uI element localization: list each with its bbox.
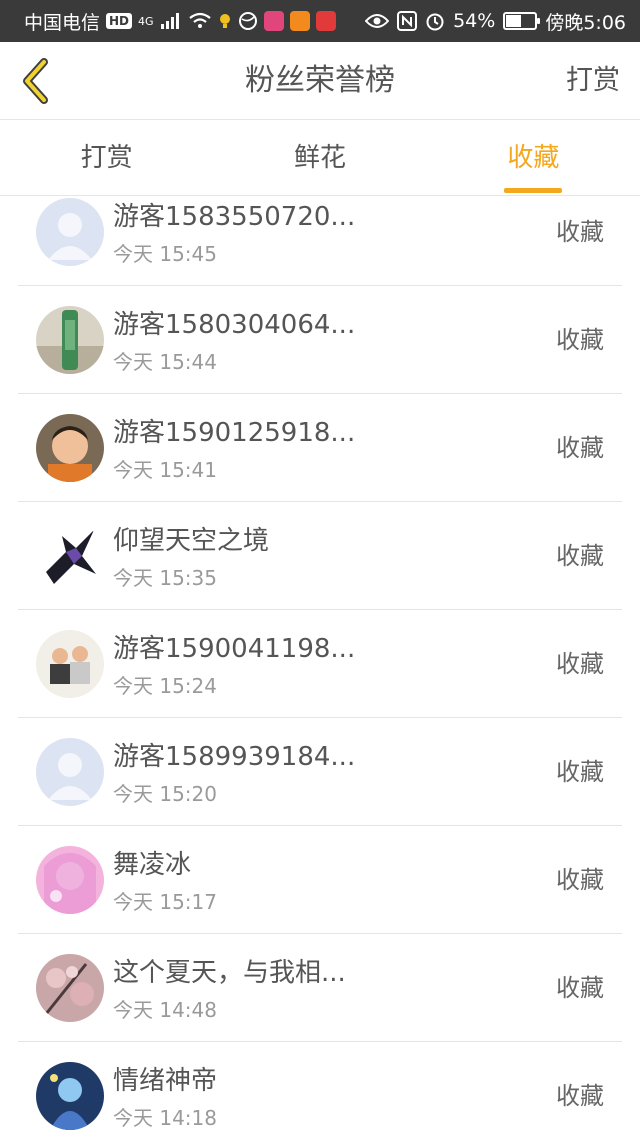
avatar[interactable] (36, 1062, 104, 1130)
action-type-label: 收藏 (556, 326, 604, 354)
avatar[interactable] (36, 630, 104, 698)
tab-label: 鲜花 (293, 143, 346, 173)
timestamp: 今天 14:18 (113, 1106, 217, 1130)
tab-bar: 打赏 鲜花 收藏 (0, 120, 640, 196)
carrier-label: 中国电信 (24, 11, 101, 34)
avatar[interactable] (36, 306, 104, 374)
eye-icon (365, 13, 390, 29)
timestamp: 今天 15:41 (113, 458, 217, 482)
tab-favorites[interactable]: 收藏 (427, 120, 640, 195)
action-type-label: 收藏 (556, 974, 604, 1002)
user-name: 游客1580304064... (113, 310, 356, 340)
list-item[interactable]: 游客1590041198... 今天 15:24 收藏 (18, 610, 622, 718)
list-item[interactable]: 这个夏天，与我相... 今天 14:48 收藏 (18, 934, 622, 1042)
avatar[interactable] (36, 522, 104, 590)
active-tab-indicator (504, 188, 563, 193)
timestamp: 今天 14:48 (113, 998, 217, 1022)
timestamp: 今天 15:44 (113, 350, 217, 374)
timestamp: 今天 15:17 (113, 890, 217, 914)
back-button[interactable] (16, 56, 56, 106)
signal-icon (160, 12, 182, 30)
user-name: 游客1590041198... (113, 634, 356, 664)
nfc-icon (397, 11, 418, 31)
book-app-icon (315, 11, 336, 31)
app-notification-icon (263, 11, 284, 31)
list-item[interactable]: 舞凌冰今天 15:17 收藏 (18, 826, 622, 934)
status-left: 中国电信 HD 4G (24, 8, 336, 35)
network-type: 4G (138, 14, 154, 28)
tab-label: 打赏 (80, 143, 133, 173)
header: 粉丝荣誉榜 打赏 (0, 42, 640, 120)
user-name: 游客1590125918... (113, 418, 356, 448)
wifi-icon (188, 12, 212, 30)
timestamp: 今天 15:45 (113, 242, 217, 266)
timestamp: 今天 15:24 (113, 674, 217, 698)
user-name: 游客1583550720... (113, 202, 356, 232)
battery-icon (503, 12, 541, 30)
list-item[interactable]: 游客1580304064... 今天 15:44 收藏 (18, 286, 622, 394)
list-item[interactable]: 情绪神帝今天 14:18 收藏 (18, 1042, 622, 1138)
tab-label: 收藏 (507, 143, 560, 173)
user-name: 游客1589939184... (113, 742, 356, 772)
tab-reward[interactable]: 打赏 (0, 120, 213, 195)
globe-icon (238, 11, 258, 31)
tab-flowers[interactable]: 鲜花 (213, 120, 426, 195)
list-item[interactable]: 游客1589939184... 今天 15:20 收藏 (18, 718, 622, 826)
timestamp: 今天 15:35 (113, 566, 217, 590)
action-type-label: 收藏 (556, 866, 604, 894)
bulb-icon (218, 12, 232, 30)
user-name: 这个夏天，与我相... (113, 958, 346, 988)
battery-percent: 54% (453, 10, 496, 32)
action-type-label: 收藏 (556, 434, 604, 462)
action-type-label: 收藏 (556, 218, 604, 246)
avatar[interactable] (36, 198, 104, 266)
avatar[interactable] (36, 954, 104, 1022)
alarm-icon (425, 11, 445, 31)
user-name: 舞凌冰 (113, 850, 192, 880)
avatar[interactable] (36, 738, 104, 806)
fan-list[interactable]: 游客1583550720... 今天 15:45 收藏 游客1580304064...… (0, 196, 640, 1138)
fan-list-inner: 游客1583550720... 今天 15:45 收藏 游客1580304064...… (0, 196, 640, 1138)
avatar[interactable] (36, 414, 104, 482)
user-name: 情绪神帝 (113, 1066, 218, 1096)
status-bar: 中国电信 HD 4G 54% 傍晚5:06 (0, 0, 640, 42)
status-right: 54% 傍晚5:06 (365, 8, 626, 35)
action-type-label: 收藏 (556, 758, 604, 786)
user-name: 仰望天空之境 (113, 526, 270, 556)
timestamp: 今天 15:20 (113, 782, 217, 806)
list-item[interactable]: 仰望天空之境今天 15:35 收藏 (18, 502, 622, 610)
reward-button[interactable]: 打赏 (566, 42, 620, 120)
action-type-label: 收藏 (556, 1082, 604, 1110)
video-app-icon (289, 11, 310, 31)
list-item[interactable]: 游客1583550720... 今天 15:45 收藏 (18, 196, 622, 286)
clock: 傍晚5:06 (545, 11, 626, 34)
action-type-label: 收藏 (556, 542, 604, 570)
hd-badge: HD (106, 13, 133, 29)
page-title: 粉丝荣誉榜 (245, 63, 395, 98)
list-item[interactable]: 游客1590125918... 今天 15:41 收藏 (18, 394, 622, 502)
action-type-label: 收藏 (556, 650, 604, 678)
avatar[interactable] (36, 846, 104, 914)
chevron-left-icon (23, 58, 48, 104)
